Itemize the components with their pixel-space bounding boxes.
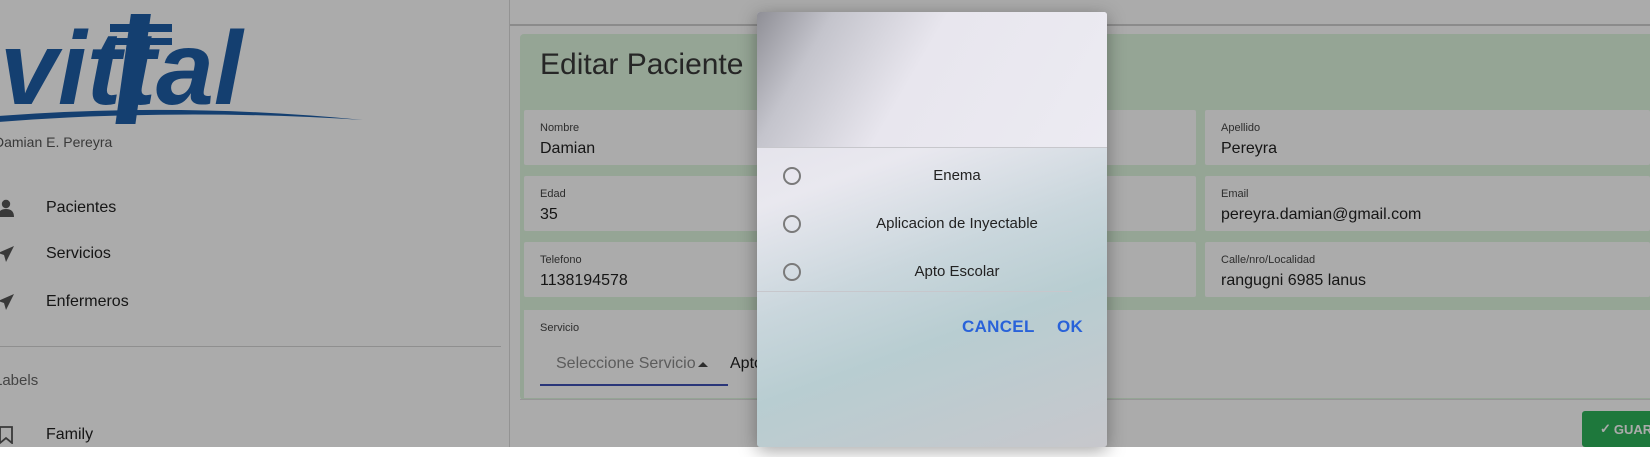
- option-enema[interactable]: Enema: [757, 154, 1107, 200]
- dialog-divider: [757, 291, 1072, 292]
- dialog-header: [757, 12, 1107, 147]
- radio-icon[interactable]: [783, 215, 801, 233]
- option-label: Enema: [933, 167, 981, 184]
- option-apto-escolar[interactable]: Apto Escolar: [757, 250, 1107, 296]
- option-label: Apto Escolar: [914, 263, 1000, 280]
- cancel-button[interactable]: CANCEL: [962, 317, 1035, 337]
- dialog-divider: [757, 147, 1107, 148]
- radio-icon[interactable]: [783, 263, 801, 281]
- radio-icon[interactable]: [783, 167, 801, 185]
- option-label: Aplicacion de Inyectable: [876, 215, 1038, 232]
- servicio-dialog: Enema Aplicacion de Inyectable Apto Esco…: [757, 12, 1107, 447]
- ok-button[interactable]: OK: [1057, 317, 1083, 337]
- option-aplicacion-inyectable[interactable]: Aplicacion de Inyectable: [757, 202, 1107, 248]
